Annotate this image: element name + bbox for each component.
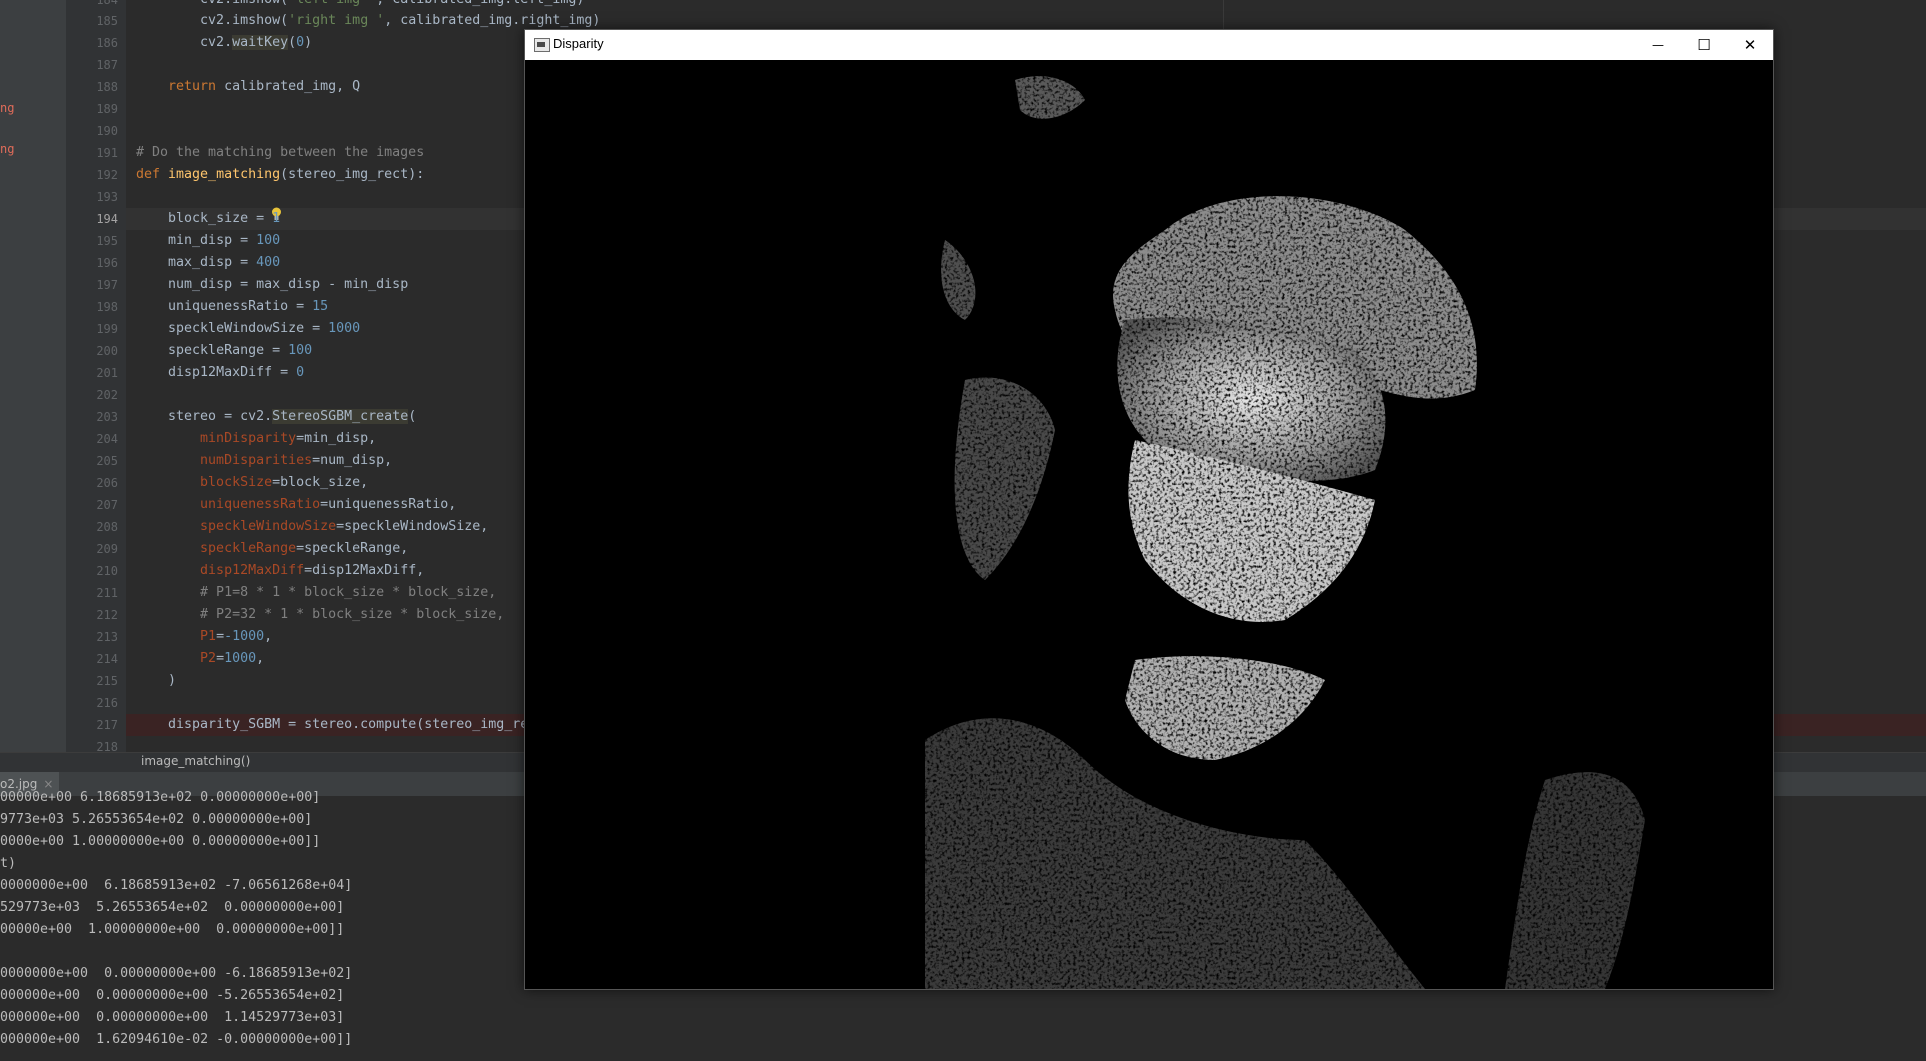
code-line: disp12MaxDiff = 0 xyxy=(168,365,305,380)
code-line: min_disp = 100 xyxy=(168,233,281,248)
app-window-icon xyxy=(534,38,550,52)
code-line: speckleWindowSize=speckleWindowSize, xyxy=(200,519,489,534)
code-line: stereo = cv2.StereoSGBM_create( xyxy=(168,409,417,424)
console-line: 00000e+00 6.18685913e+02 0.00000000e+00] xyxy=(0,790,321,805)
code-line: disp12MaxDiff=disp12MaxDiff, xyxy=(200,563,425,578)
line-number: 195 xyxy=(96,234,118,248)
line-number: 201 xyxy=(96,366,118,380)
code-line: P1=-1000, xyxy=(200,629,273,644)
line-number: 192 xyxy=(96,168,118,182)
line-number: 202 xyxy=(96,388,118,402)
code-line: # P2=32 * 1 * block_size * block_size, xyxy=(200,607,505,622)
code-line: disparity_SGBM = stereo.compute(stereo_i… xyxy=(168,717,529,732)
code-line: cv2.waitKey(0) xyxy=(200,35,313,50)
close-button[interactable]: ✕ xyxy=(1727,30,1773,60)
line-number: 205 xyxy=(96,454,118,468)
line-number-gutter[interactable]: 184 185 186 187 188 189 190 191 192 193 … xyxy=(66,0,181,754)
line-number: 208 xyxy=(96,520,118,534)
line-number: 187 xyxy=(96,58,118,72)
line-number: 200 xyxy=(96,344,118,358)
project-panel-strip: ng ng xyxy=(0,0,66,772)
code-line: speckleRange = 100 xyxy=(168,343,313,358)
line-number: 209 xyxy=(96,542,118,556)
code-line: def image_matching(stereo_img_rect): xyxy=(136,167,425,182)
console-line: t) xyxy=(0,856,17,871)
project-item-label[interactable]: ng xyxy=(0,101,14,115)
code-line: minDisparity=min_disp, xyxy=(200,431,377,446)
console-line: 000000e+00 0.00000000e+00 -5.26553654e+0… xyxy=(0,988,345,1003)
line-number: 188 xyxy=(96,80,118,94)
code-line: P2=1000, xyxy=(200,651,265,666)
disparity-image-area[interactable] xyxy=(525,60,1773,989)
code-line: uniquenessRatio = 15 xyxy=(168,299,329,314)
code-line: uniquenessRatio=uniquenessRatio, xyxy=(200,497,457,512)
project-item-label[interactable]: ng xyxy=(0,142,14,156)
console-line: 00000e+00 1.00000000e+00 0.00000000e+00]… xyxy=(0,922,345,937)
code-line: block_size = 1 xyxy=(168,211,281,226)
line-number: 196 xyxy=(96,256,118,270)
minimize-button[interactable]: — xyxy=(1635,30,1681,60)
line-number: 204 xyxy=(96,432,118,446)
disparity-window[interactable]: Disparity — ☐ ✕ xyxy=(524,29,1774,990)
line-number: 197 xyxy=(96,278,118,292)
code-line: ) xyxy=(168,673,177,688)
line-number: 203 xyxy=(96,410,118,424)
line-number: 189 xyxy=(96,102,118,116)
breadcrumb[interactable]: image_matching() xyxy=(141,754,250,768)
window-titlebar[interactable]: Disparity — ☐ ✕ xyxy=(525,30,1773,60)
console-line: 0000e+00 1.00000000e+00 0.00000000e+00]] xyxy=(0,834,321,849)
line-number: 185 xyxy=(96,14,118,28)
line-number: 207 xyxy=(96,498,118,512)
line-number: 199 xyxy=(96,322,118,336)
console-line: 529773e+03 5.26553654e+02 0.00000000e+00… xyxy=(0,900,345,915)
code-line: return calibrated_img, Q xyxy=(168,79,361,94)
line-number: 211 xyxy=(96,586,118,600)
line-number: 213 xyxy=(96,630,118,644)
line-number: 206 xyxy=(96,476,118,490)
code-line: # P1=8 * 1 * block_size * block_size, xyxy=(200,585,497,600)
line-number: 214 xyxy=(96,652,118,666)
window-title: Disparity xyxy=(553,36,604,51)
console-line: 000000e+00 0.00000000e+00 1.14529773e+03… xyxy=(0,1010,345,1025)
code-line: speckleRange=speckleRange, xyxy=(200,541,409,556)
code-line: numDisparities=num_disp, xyxy=(200,453,393,468)
line-number: 191 xyxy=(96,146,118,160)
line-number-current: 194 xyxy=(96,212,118,226)
disparity-map-image xyxy=(525,60,1773,989)
line-number: 216 xyxy=(96,696,118,710)
code-line: blockSize=block_size, xyxy=(200,475,369,490)
line-number: 193 xyxy=(96,190,118,204)
code-line: num_disp = max_disp - min_disp xyxy=(168,277,409,292)
line-number: 212 xyxy=(96,608,118,622)
console-line: 0000000e+00 6.18685913e+02 -7.06561268e+… xyxy=(0,878,353,893)
line-number: 186 xyxy=(96,36,118,50)
line-number: 215 xyxy=(96,674,118,688)
code-line: speckleWindowSize = 1000 xyxy=(168,321,361,336)
maximize-button[interactable]: ☐ xyxy=(1681,30,1727,60)
line-number: 198 xyxy=(96,300,118,314)
console-line: 0000000e+00 0.00000000e+00 -6.18685913e+… xyxy=(0,966,353,981)
line-number: 190 xyxy=(96,124,118,138)
console-line: 9773e+03 5.26553654e+02 0.00000000e+00] xyxy=(0,812,313,827)
line-number: 210 xyxy=(96,564,118,578)
line-number: 217 xyxy=(96,718,118,732)
code-line: max_disp = 400 xyxy=(168,255,281,270)
console-line: 000000e+00 1.62094610e-02 -0.00000000e+0… xyxy=(0,1032,353,1047)
code-line: # Do the matching between the images xyxy=(136,145,425,160)
